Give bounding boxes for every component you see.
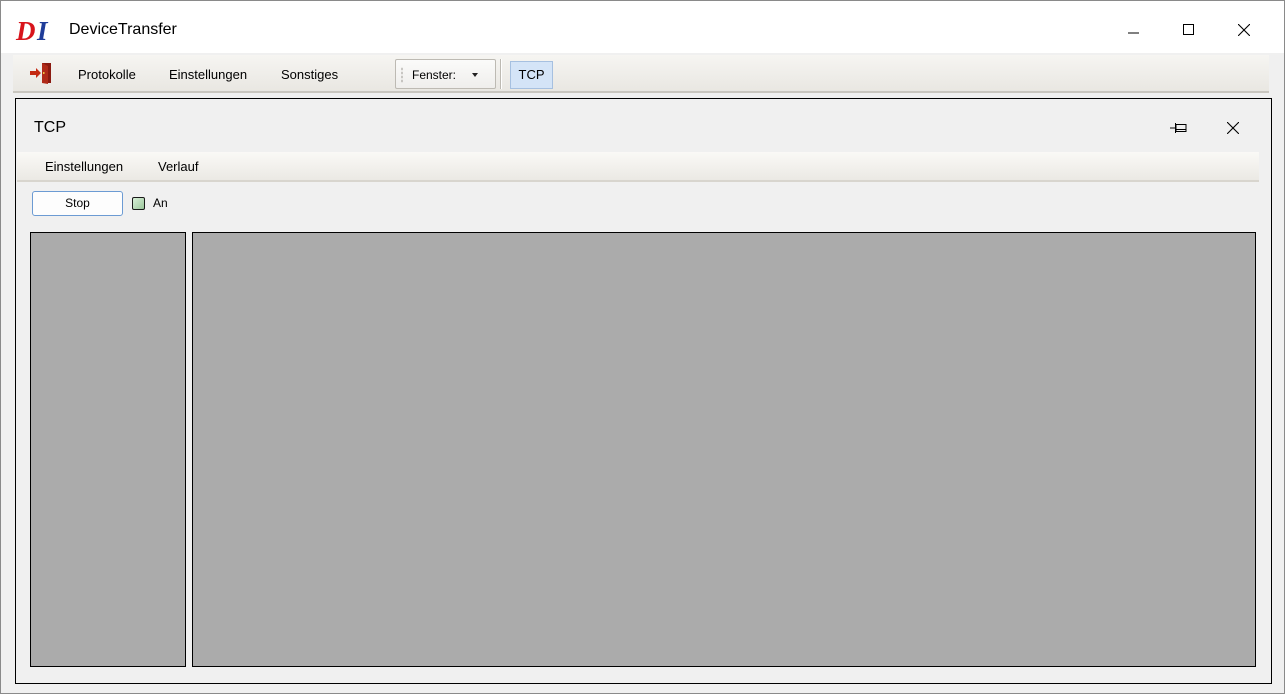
window-title: DeviceTransfer bbox=[69, 21, 177, 38]
app-logo-icon: D I bbox=[15, 16, 49, 46]
tab-tcp[interactable]: TCP bbox=[510, 61, 553, 89]
title-bar: D I DeviceTransfer bbox=[1, 1, 1284, 53]
tcp-child-window: TCP Einstellungen Verlauf Stop An bbox=[15, 98, 1272, 684]
child-menu-verlauf[interactable]: Verlauf bbox=[158, 159, 198, 174]
toolbar-grip[interactable] bbox=[401, 67, 403, 83]
minimize-icon bbox=[1128, 32, 1139, 34]
an-checkbox[interactable] bbox=[132, 197, 145, 210]
child-close-button[interactable] bbox=[1218, 115, 1248, 141]
fenster-label: Fenster: bbox=[412, 68, 457, 82]
stop-button[interactable]: Stop bbox=[32, 191, 123, 216]
log-output-panel[interactable] bbox=[192, 232, 1256, 667]
menu-einstellungen[interactable]: Einstellungen bbox=[169, 67, 247, 82]
maximize-icon bbox=[1183, 24, 1194, 35]
svg-text:I: I bbox=[36, 16, 49, 46]
child-menu-einstellungen[interactable]: Einstellungen bbox=[45, 159, 123, 174]
exit-door-icon[interactable] bbox=[28, 61, 54, 85]
child-menu-strip: Einstellungen Verlauf bbox=[17, 152, 1259, 182]
close-icon bbox=[1227, 122, 1239, 134]
maximize-button[interactable] bbox=[1166, 13, 1212, 47]
an-checkbox-label: An bbox=[153, 196, 168, 210]
menu-sonstiges[interactable]: Sonstiges bbox=[281, 67, 338, 82]
close-icon bbox=[1238, 24, 1250, 36]
pin-button[interactable] bbox=[1164, 115, 1194, 141]
connection-list-panel[interactable] bbox=[30, 232, 186, 667]
menu-protokolle[interactable]: Protokolle bbox=[78, 67, 136, 82]
fenster-dropdown[interactable]: Fenster: bbox=[395, 59, 496, 89]
dropdown-arrow-icon bbox=[472, 73, 478, 77]
minimize-button[interactable] bbox=[1111, 13, 1157, 47]
child-window-title: TCP bbox=[34, 119, 66, 136]
pin-icon bbox=[1170, 123, 1187, 133]
main-menu-strip: Protokolle Einstellungen Sonstiges Fenst… bbox=[13, 55, 1269, 93]
app-window: D I DeviceTransfer Protokolle Einstellun… bbox=[0, 0, 1285, 694]
close-window-button[interactable] bbox=[1221, 13, 1267, 47]
svg-text:D: D bbox=[15, 16, 36, 46]
toolbar-separator bbox=[500, 59, 502, 89]
